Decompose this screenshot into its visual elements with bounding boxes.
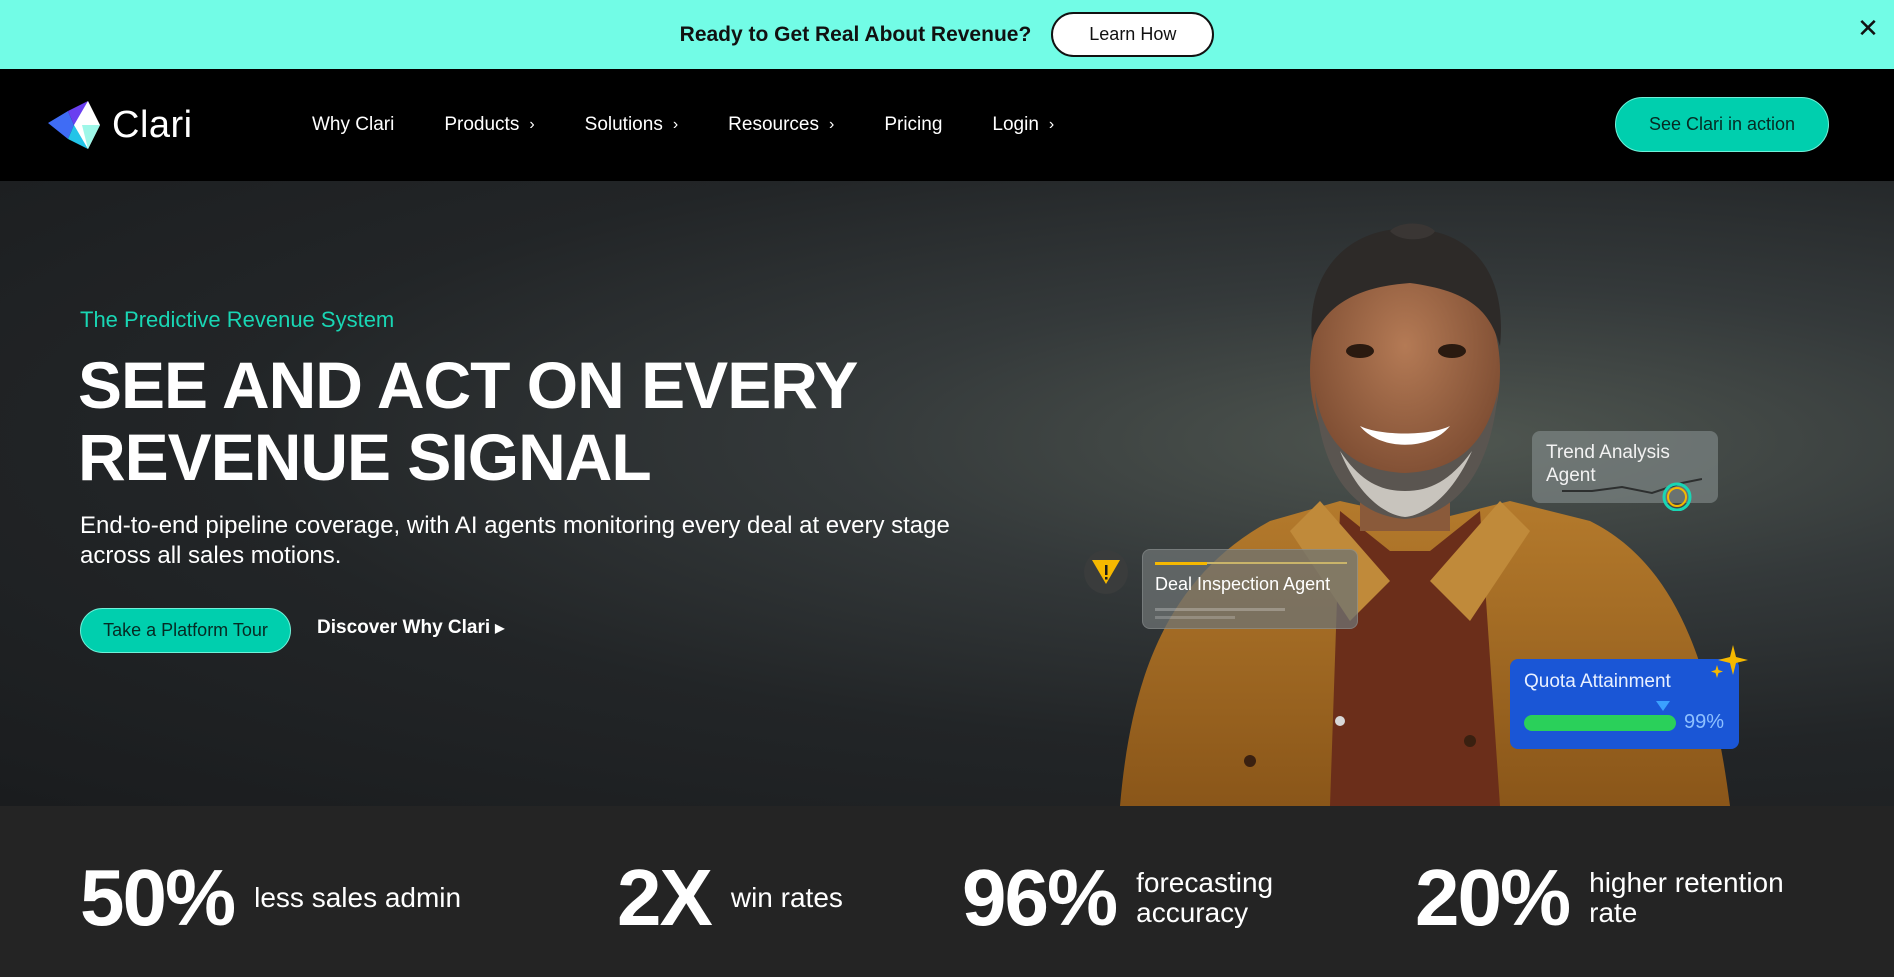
headline-line-2: REVENUE SIGNAL [78,420,652,494]
trend-chart-icon [1562,478,1702,511]
chevron-right-icon: › [529,116,535,133]
caret-right-icon: ▶ [495,621,505,635]
quota-progress-bar [1524,715,1676,731]
nav-item-label: Pricing [884,114,943,135]
nav-item-pricing[interactable]: Pricing [884,114,942,136]
stat-value: 2X [617,853,713,942]
nav-item-label: Solutions [584,114,663,135]
main-nav: Clari Why Clari Products › Solutions › R… [0,69,1894,181]
chevron-right-icon: › [828,116,835,133]
stat-value: 50% [80,853,236,942]
hero-headline: SEE AND ACT ON EVERY REVENUE SIGNAL [78,349,978,493]
nav-item-label: Resources [728,114,819,135]
stats-section: 50% less sales admin 2X win rates 96% fo… [0,806,1894,977]
nav-item-login[interactable]: Login › [992,114,1054,136]
marker-triangle-icon [1656,701,1670,711]
nav-item-solutions[interactable]: Solutions › [585,114,679,136]
logo[interactable]: Clari [48,101,193,149]
chevron-right-icon: › [672,116,679,133]
quota-attainment-card: Quota Attainment 99% [1510,645,1748,749]
quota-value: 99% [1684,711,1725,733]
placeholder-bar [1155,608,1285,611]
stat-item: 50% less sales admin [80,858,461,938]
chevron-right-icon: › [1048,116,1055,133]
logo-text: Clari [112,103,193,146]
nav-menu: Why Clari Products › Solutions › Resourc… [312,69,1104,181]
link-label: Discover Why Clari [317,617,491,638]
placeholder-bar [1155,616,1235,619]
hero-eyebrow: The Predictive Revenue System [80,307,395,332]
stat-label: win rates [730,882,843,913]
stat-item: 20% higher retention rate [1415,858,1819,938]
learn-how-button[interactable]: Learn How [1051,12,1215,57]
see-clari-in-action-button[interactable]: See Clari in action [1615,97,1829,152]
headline-line-1: SEE AND ACT ON EVERY [78,348,858,422]
stat-value: 20% [1415,853,1571,942]
nav-item-why-clari[interactable]: Why Clari [312,114,394,136]
hero-section: The Predictive Revenue System SEE AND AC… [0,181,1894,806]
deal-card-label: Deal Inspection Agent [1155,574,1331,594]
nav-item-products[interactable]: Products › [444,114,534,136]
announcement-bar: Ready to Get Real About Revenue? Learn H… [0,0,1894,69]
close-icon[interactable]: ✕ [1856,15,1880,41]
trend-analysis-card: Trend Analysis Agent [1532,431,1718,511]
stat-item: 2X win rates [617,858,843,938]
stat-label: higher retention rate [1589,867,1784,928]
nav-item-label: Products [444,114,520,135]
nav-item-resources[interactable]: Resources › [728,114,834,136]
stat-label: forecasting accuracy [1136,867,1274,928]
stat-item: 96% forecasting accuracy [962,858,1306,938]
stat-label: less sales admin [254,882,462,913]
sparkle-icon [1711,645,1748,678]
stat-value: 96% [962,853,1118,942]
deal-inspection-card: Deal Inspection Agent [1142,549,1358,629]
warning-icon [1084,550,1128,594]
discover-why-clari-link[interactable]: Discover Why Clari ▶ [317,617,504,639]
card-progress-line [1155,562,1347,565]
platform-tour-button[interactable]: Take a Platform Tour [80,608,291,653]
nav-item-label: Login [992,114,1039,135]
hero-subtext: End-to-end pipeline coverage, with AI ag… [80,512,950,569]
nav-item-label: Why Clari [312,114,395,135]
announcement-text: Ready to Get Real About Revenue? [679,22,1032,46]
clari-logo-icon [48,101,100,149]
quota-card-title: Quota Attainment [1524,671,1671,692]
